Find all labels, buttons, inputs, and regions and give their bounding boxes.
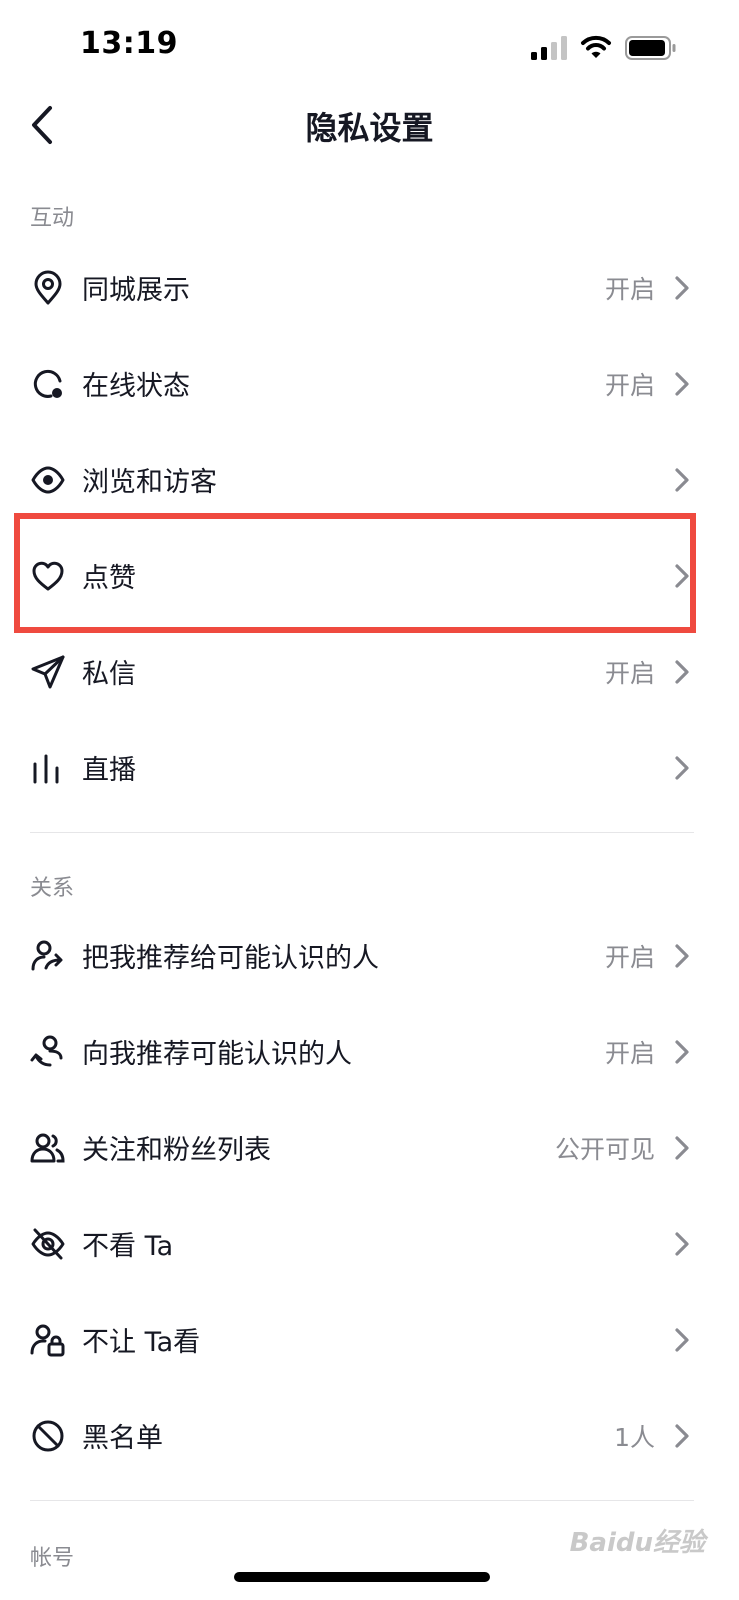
- setting-label: 点赞: [82, 563, 136, 594]
- user-lock-icon: [30, 1322, 66, 1358]
- chevron-right-icon: [672, 1135, 692, 1161]
- setting-label: 向我推荐可能认识的人: [82, 1039, 352, 1070]
- chevron-right-icon: [672, 563, 692, 589]
- home-indicator[interactable]: [234, 1572, 490, 1582]
- setting-label: 黑名单: [82, 1423, 163, 1454]
- setting-row-direct-messages[interactable]: 私信 开启: [0, 624, 739, 720]
- setting-label: 不让 Ta看: [82, 1327, 201, 1358]
- setting-row-likes[interactable]: 点赞: [0, 528, 739, 624]
- setting-value: 开启: [604, 943, 655, 972]
- watermark: Baidu经验: [569, 1528, 705, 1558]
- user-suggest-icon: [30, 1034, 66, 1070]
- online-status-icon: [30, 366, 66, 402]
- users-icon: [30, 1130, 66, 1166]
- block-icon: [30, 1418, 66, 1454]
- chevron-right-icon: [672, 467, 692, 493]
- setting-row-follow-fan-list[interactable]: 关注和粉丝列表 公开可见: [0, 1100, 739, 1196]
- page-title: 隐私设置: [305, 109, 434, 147]
- setting-value: 开启: [604, 659, 655, 688]
- section-header-interaction: 互动: [30, 206, 75, 231]
- setting-label: 关注和粉丝列表: [82, 1135, 271, 1166]
- chevron-right-icon: [672, 1423, 692, 1449]
- chevron-right-icon: [672, 659, 692, 685]
- eye-icon: [30, 462, 66, 498]
- setting-label: 同城展示: [82, 275, 190, 306]
- setting-value: 1人: [614, 1423, 655, 1452]
- setting-value: 公开可见: [554, 1135, 655, 1164]
- setting-value: 开启: [604, 275, 655, 304]
- location-pin-icon: [30, 270, 66, 306]
- setting-row-live-stream[interactable]: 直播: [0, 720, 739, 816]
- section-divider: [30, 832, 694, 833]
- setting-row-hide-their-content[interactable]: 不看 Ta: [0, 1196, 739, 1292]
- setting-label: 浏览和访客: [82, 467, 217, 498]
- setting-row-browsing-visitors[interactable]: 浏览和访客: [0, 432, 739, 528]
- setting-label: 直播: [82, 755, 136, 786]
- cellular-signal-icon: [531, 36, 569, 60]
- setting-row-blacklist[interactable]: 黑名单 1人: [0, 1388, 739, 1484]
- chevron-right-icon: [672, 1039, 692, 1065]
- setting-row-recommend-to-me[interactable]: 向我推荐可能认识的人 开启: [0, 1004, 739, 1100]
- wifi-icon: [581, 34, 611, 60]
- setting-row-block-viewing[interactable]: 不让 Ta看: [0, 1292, 739, 1388]
- setting-label: 把我推荐给可能认识的人: [82, 943, 379, 974]
- setting-label: 不看 Ta: [82, 1231, 174, 1262]
- chevron-right-icon: [672, 371, 692, 397]
- setting-row-recommend-me[interactable]: 把我推荐给可能认识的人 开启: [0, 908, 739, 1004]
- chevron-right-icon: [672, 275, 692, 301]
- setting-label: 私信: [82, 659, 136, 690]
- section-divider: [30, 1500, 694, 1501]
- paper-plane-icon: [30, 654, 66, 690]
- chevron-right-icon: [672, 1231, 692, 1257]
- chevron-right-icon: [672, 943, 692, 969]
- eye-off-icon: [30, 1226, 66, 1262]
- battery-icon: [625, 36, 677, 60]
- section-header-account: 帐号: [30, 1546, 75, 1571]
- setting-value: 开启: [604, 371, 655, 400]
- bar-levels-icon: [30, 750, 66, 786]
- setting-label: 在线状态: [82, 371, 190, 402]
- section-header-relationship: 关系: [30, 876, 75, 901]
- setting-value: 开启: [604, 1039, 655, 1068]
- navigation-bar: 隐私设置: [0, 96, 739, 156]
- status-bar: 13:19: [0, 0, 739, 96]
- setting-row-local-display[interactable]: 同城展示 开启: [0, 240, 739, 336]
- status-time: 13:19: [80, 26, 178, 61]
- user-share-icon: [30, 938, 66, 974]
- setting-row-online-status[interactable]: 在线状态 开启: [0, 336, 739, 432]
- chevron-right-icon: [672, 755, 692, 781]
- chevron-right-icon: [672, 1327, 692, 1353]
- heart-icon: [30, 558, 66, 594]
